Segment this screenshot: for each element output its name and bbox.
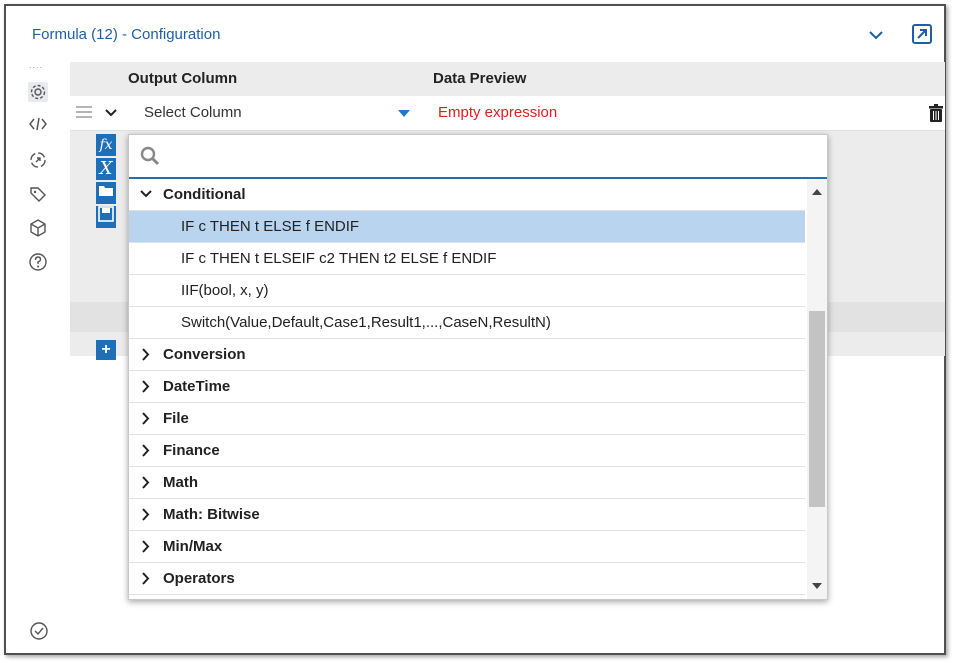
row-collapse-chevron-icon[interactable]: [104, 106, 118, 124]
scroll-up-arrow-icon[interactable]: [812, 189, 822, 195]
function-label: IF c THEN t ELSE f ENDIF: [181, 218, 360, 235]
popout-icon[interactable]: [909, 21, 935, 47]
collapse-chevron-icon[interactable]: [864, 24, 888, 46]
vertical-scrollbar[interactable]: [807, 179, 827, 599]
help-icon[interactable]: [28, 252, 48, 272]
select-value: Select Column: [144, 104, 242, 121]
code-icon[interactable]: [28, 114, 48, 134]
drag-handle-icon[interactable]: [76, 106, 92, 121]
chevron-right-icon: [139, 563, 153, 599]
category-label: Min/Max: [163, 538, 223, 555]
output-column-select[interactable]: Select Column: [128, 100, 422, 126]
data-preview-header[interactable]: Data Preview: [433, 62, 913, 96]
category-file[interactable]: File: [129, 403, 805, 435]
cube-icon[interactable]: [28, 218, 48, 238]
category-datetime[interactable]: DateTime: [129, 371, 805, 403]
open-folder-icon[interactable]: [96, 182, 116, 204]
formula-row: Select Column Empty expression: [70, 96, 945, 131]
category-label: Operators: [163, 570, 235, 587]
output-column-header[interactable]: Output Column: [128, 62, 424, 96]
category-math-bitwise[interactable]: Math: Bitwise: [129, 499, 805, 531]
add-formula-button[interactable]: +: [96, 340, 116, 360]
sidebar: ....: [26, 60, 50, 642]
dropdown-arrow-icon: [398, 110, 410, 117]
category-label: Conversion: [163, 346, 246, 363]
function-item-if-elseif[interactable]: IF c THEN t ELSEIF c2 THEN t2 ELSE f END…: [129, 243, 805, 275]
scroll-down-arrow-icon[interactable]: [812, 583, 822, 589]
delete-trash-icon[interactable]: [926, 103, 946, 123]
tag-icon[interactable]: [28, 184, 48, 204]
category-finance[interactable]: Finance: [129, 435, 805, 467]
configuration-window: Formula (12) - Configuration .... Output…: [4, 4, 946, 655]
category-label: Finance: [163, 442, 220, 459]
function-item-iif[interactable]: IIF(bool, x, y): [129, 275, 805, 307]
category-min-max[interactable]: Min/Max: [129, 531, 805, 563]
function-fx-button[interactable]: fx: [96, 134, 116, 156]
category-label: Math: Bitwise: [163, 506, 260, 523]
category-operators[interactable]: Operators: [129, 563, 805, 595]
function-item-if-then-else[interactable]: IF c THEN t ELSE f ENDIF: [129, 211, 805, 243]
grid-header: Output Column Data Preview: [70, 62, 945, 96]
settings-gear-icon[interactable]: [28, 82, 48, 102]
category-label: Math: [163, 474, 198, 491]
check-circle-icon: [28, 620, 50, 642]
function-label: Switch(Value,Default,Case1,Result1,...,C…: [181, 314, 551, 331]
scrollbar-thumb[interactable]: [809, 311, 825, 507]
window-title: Formula (12) - Configuration: [32, 26, 221, 43]
variable-x-button[interactable]: X: [96, 158, 116, 180]
title-bar: Formula (12) - Configuration: [6, 6, 944, 50]
category-label: DateTime: [163, 378, 231, 395]
function-label: IIF(bool, x, y): [181, 282, 269, 299]
category-label: Conditional: [163, 186, 246, 203]
category-conditional[interactable]: Conditional: [129, 179, 805, 211]
data-preview-value: Empty expression: [438, 104, 558, 121]
category-conversion[interactable]: Conversion: [129, 339, 805, 371]
navigate-icon[interactable]: [28, 150, 48, 170]
category-math[interactable]: Math: [129, 467, 805, 499]
save-disk-icon[interactable]: [96, 206, 116, 228]
drag-dots-icon: ....: [29, 60, 44, 70]
category-label: File: [163, 410, 189, 427]
search-icon: [139, 145, 161, 167]
function-label: IF c THEN t ELSEIF c2 THEN t2 ELSE f END…: [181, 250, 497, 267]
function-search: [129, 135, 827, 179]
function-item-switch[interactable]: Switch(Value,Default,Case1,Result1,...,C…: [129, 307, 805, 339]
function-picker-popup: Conditional IF c THEN t ELSE f ENDIF IF …: [128, 134, 828, 600]
function-list: Conditional IF c THEN t ELSE f ENDIF IF …: [129, 179, 805, 599]
